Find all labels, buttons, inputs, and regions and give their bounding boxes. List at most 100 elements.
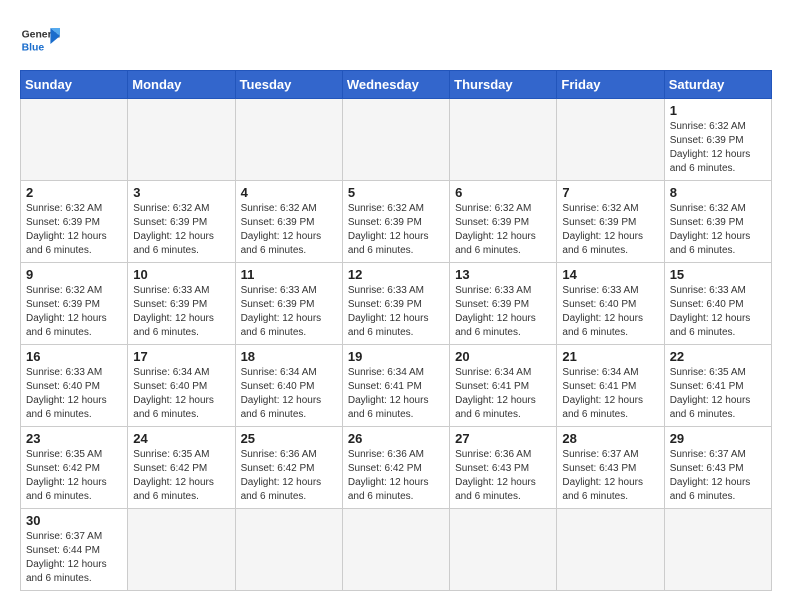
calendar-cell — [235, 509, 342, 591]
calendar-cell: 13 Sunrise: 6:33 AM Sunset: 6:39 PM Dayli… — [450, 263, 557, 345]
day-number: 1 — [670, 103, 766, 118]
calendar-cell: 17 Sunrise: 6:34 AM Sunset: 6:40 PM Dayli… — [128, 345, 235, 427]
calendar-cell: 30 Sunrise: 6:37 AM Sunset: 6:44 PM Dayli… — [21, 509, 128, 591]
calendar-table: SundayMondayTuesdayWednesdayThursdayFrid… — [20, 70, 772, 591]
calendar-week-row: 1 Sunrise: 6:32 AM Sunset: 6:39 PM Daylig… — [21, 99, 772, 181]
calendar-cell — [557, 99, 664, 181]
calendar-cell: 28 Sunrise: 6:37 AM Sunset: 6:43 PM Dayli… — [557, 427, 664, 509]
day-info: Sunrise: 6:33 AM Sunset: 6:40 PM Dayligh… — [670, 284, 766, 340]
calendar-cell — [664, 509, 771, 591]
calendar-cell: 23 Sunrise: 6:35 AM Sunset: 6:42 PM Dayli… — [21, 427, 128, 509]
day-info: Sunrise: 6:32 AM Sunset: 6:39 PM Dayligh… — [562, 202, 658, 258]
calendar-cell — [557, 509, 664, 591]
calendar-cell: 11Sunrise: 6:33 AM Sunset: 6:39 PM Dayli… — [235, 263, 342, 345]
page-header: General Blue — [20, 20, 772, 60]
day-info: Sunrise: 6:37 AM Sunset: 6:43 PM Dayligh… — [670, 448, 766, 504]
calendar-cell: 2 Sunrise: 6:32 AM Sunset: 6:39 PM Daylig… — [21, 181, 128, 263]
day-number: 7 — [562, 185, 658, 200]
day-info: Sunrise: 6:37 AM Sunset: 6:44 PM Dayligh… — [26, 530, 122, 586]
day-info: Sunrise: 6:32 AM Sunset: 6:39 PM Dayligh… — [26, 284, 122, 340]
day-number: 11 — [241, 267, 337, 282]
day-number: 10 — [133, 267, 229, 282]
calendar-cell: 9 Sunrise: 6:32 AM Sunset: 6:39 PM Daylig… — [21, 263, 128, 345]
day-info: Sunrise: 6:33 AM Sunset: 6:39 PM Dayligh… — [348, 284, 444, 340]
calendar-cell: 18Sunrise: 6:34 AM Sunset: 6:40 PM Dayli… — [235, 345, 342, 427]
day-info: Sunrise: 6:35 AM Sunset: 6:42 PM Dayligh… — [26, 448, 122, 504]
day-info: Sunrise: 6:34 AM Sunset: 6:40 PM Dayligh… — [133, 366, 229, 422]
day-info: Sunrise: 6:32 AM Sunset: 6:39 PM Dayligh… — [455, 202, 551, 258]
day-number: 30 — [26, 513, 122, 528]
calendar-cell: 3 Sunrise: 6:32 AM Sunset: 6:39 PM Daylig… — [128, 181, 235, 263]
day-number: 9 — [26, 267, 122, 282]
day-of-week-header: Saturday — [664, 71, 771, 99]
day-of-week-header: Wednesday — [342, 71, 449, 99]
day-number: 2 — [26, 185, 122, 200]
day-number: 22 — [670, 349, 766, 364]
calendar-cell: 15Sunrise: 6:33 AM Sunset: 6:40 PM Dayli… — [664, 263, 771, 345]
calendar-cell: 12 Sunrise: 6:33 AM Sunset: 6:39 PM Dayli… — [342, 263, 449, 345]
day-number: 6 — [455, 185, 551, 200]
day-number: 19 — [348, 349, 444, 364]
day-number: 20 — [455, 349, 551, 364]
calendar-cell: 29Sunrise: 6:37 AM Sunset: 6:43 PM Dayli… — [664, 427, 771, 509]
calendar-cell — [450, 99, 557, 181]
day-of-week-header: Friday — [557, 71, 664, 99]
day-info: Sunrise: 6:34 AM Sunset: 6:40 PM Dayligh… — [241, 366, 337, 422]
calendar-cell: 16 Sunrise: 6:33 AM Sunset: 6:40 PM Dayli… — [21, 345, 128, 427]
calendar-cell — [235, 99, 342, 181]
calendar-cell: 19 Sunrise: 6:34 AM Sunset: 6:41 PM Dayli… — [342, 345, 449, 427]
day-info: Sunrise: 6:34 AM Sunset: 6:41 PM Dayligh… — [562, 366, 658, 422]
day-number: 16 — [26, 349, 122, 364]
day-of-week-header: Sunday — [21, 71, 128, 99]
day-info: Sunrise: 6:32 AM Sunset: 6:39 PM Dayligh… — [133, 202, 229, 258]
day-info: Sunrise: 6:33 AM Sunset: 6:39 PM Dayligh… — [455, 284, 551, 340]
day-number: 5 — [348, 185, 444, 200]
calendar-cell: 24 Sunrise: 6:35 AM Sunset: 6:42 PM Dayli… — [128, 427, 235, 509]
calendar-cell — [21, 99, 128, 181]
calendar-week-row: 2 Sunrise: 6:32 AM Sunset: 6:39 PM Daylig… — [21, 181, 772, 263]
day-info: Sunrise: 6:32 AM Sunset: 6:39 PM Dayligh… — [670, 202, 766, 258]
calendar-cell: 14Sunrise: 6:33 AM Sunset: 6:40 PM Dayli… — [557, 263, 664, 345]
svg-text:Blue: Blue — [22, 42, 45, 53]
calendar-cell — [342, 509, 449, 591]
day-info: Sunrise: 6:32 AM Sunset: 6:39 PM Dayligh… — [670, 120, 766, 176]
calendar-header-row: SundayMondayTuesdayWednesdayThursdayFrid… — [21, 71, 772, 99]
day-info: Sunrise: 6:32 AM Sunset: 6:39 PM Dayligh… — [348, 202, 444, 258]
calendar-cell: 5 Sunrise: 6:32 AM Sunset: 6:39 PM Daylig… — [342, 181, 449, 263]
day-info: Sunrise: 6:33 AM Sunset: 6:40 PM Dayligh… — [26, 366, 122, 422]
calendar-cell: 10 Sunrise: 6:33 AM Sunset: 6:39 PM Dayli… — [128, 263, 235, 345]
calendar-cell: 26 Sunrise: 6:36 AM Sunset: 6:42 PM Dayli… — [342, 427, 449, 509]
day-info: Sunrise: 6:35 AM Sunset: 6:42 PM Dayligh… — [133, 448, 229, 504]
day-number: 21 — [562, 349, 658, 364]
day-info: Sunrise: 6:35 AM Sunset: 6:41 PM Dayligh… — [670, 366, 766, 422]
day-info: Sunrise: 6:36 AM Sunset: 6:42 PM Dayligh… — [241, 448, 337, 504]
day-number: 12 — [348, 267, 444, 282]
day-number: 8 — [670, 185, 766, 200]
calendar-cell: 7 Sunrise: 6:32 AM Sunset: 6:39 PM Daylig… — [557, 181, 664, 263]
calendar-cell: 4Sunrise: 6:32 AM Sunset: 6:39 PM Daylig… — [235, 181, 342, 263]
day-number: 3 — [133, 185, 229, 200]
day-info: Sunrise: 6:37 AM Sunset: 6:43 PM Dayligh… — [562, 448, 658, 504]
calendar-week-row: 23 Sunrise: 6:35 AM Sunset: 6:42 PM Dayli… — [21, 427, 772, 509]
day-of-week-header: Tuesday — [235, 71, 342, 99]
day-number: 26 — [348, 431, 444, 446]
calendar-cell: 22 Sunrise: 6:35 AM Sunset: 6:41 PM Dayli… — [664, 345, 771, 427]
day-info: Sunrise: 6:32 AM Sunset: 6:39 PM Dayligh… — [26, 202, 122, 258]
calendar-week-row: 9 Sunrise: 6:32 AM Sunset: 6:39 PM Daylig… — [21, 263, 772, 345]
calendar-week-row: 30 Sunrise: 6:37 AM Sunset: 6:44 PM Dayli… — [21, 509, 772, 591]
day-number: 13 — [455, 267, 551, 282]
calendar-cell — [450, 509, 557, 591]
day-info: Sunrise: 6:33 AM Sunset: 6:39 PM Dayligh… — [133, 284, 229, 340]
day-number: 23 — [26, 431, 122, 446]
day-number: 4 — [241, 185, 337, 200]
day-number: 28 — [562, 431, 658, 446]
calendar-week-row: 16 Sunrise: 6:33 AM Sunset: 6:40 PM Dayli… — [21, 345, 772, 427]
day-number: 24 — [133, 431, 229, 446]
day-info: Sunrise: 6:34 AM Sunset: 6:41 PM Dayligh… — [348, 366, 444, 422]
day-number: 25 — [241, 431, 337, 446]
day-number: 17 — [133, 349, 229, 364]
day-info: Sunrise: 6:36 AM Sunset: 6:42 PM Dayligh… — [348, 448, 444, 504]
calendar-cell: 8 Sunrise: 6:32 AM Sunset: 6:39 PM Daylig… — [664, 181, 771, 263]
calendar-cell: 21 Sunrise: 6:34 AM Sunset: 6:41 PM Dayli… — [557, 345, 664, 427]
calendar-cell — [128, 99, 235, 181]
